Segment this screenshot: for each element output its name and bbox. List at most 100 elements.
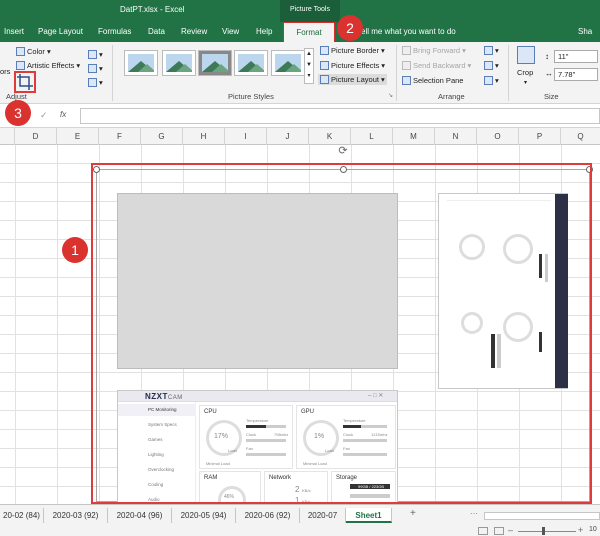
tab-help[interactable]: Help	[256, 27, 272, 36]
sheet-tab[interactable]: 2020-05 (94)	[172, 508, 236, 523]
width-input[interactable]: 7.78"	[554, 68, 598, 81]
tab-formulas[interactable]: Formulas	[98, 27, 131, 36]
dialog-launcher-icon[interactable]: ↘	[388, 92, 393, 99]
picture-highlight	[91, 163, 592, 504]
enter-icon[interactable]: ✓	[40, 110, 48, 121]
selection-pane-icon	[402, 76, 411, 85]
align-icon	[484, 46, 493, 55]
insert-function-icon[interactable]: fx	[60, 110, 66, 119]
row-header-corner[interactable]	[0, 128, 15, 145]
tab-insert[interactable]: Insert	[4, 27, 24, 36]
crop-icon	[517, 46, 535, 64]
sheet-tab[interactable]: 20-02 (84)	[0, 508, 44, 523]
zoom-slider-thumb[interactable]	[542, 527, 545, 535]
bring-forward-label: Bring Forward	[413, 46, 461, 55]
sheet-tab[interactable]: 2020-06 (92)	[236, 508, 300, 523]
page-layout-view-icon[interactable]	[478, 527, 488, 535]
picture-style-1[interactable]	[124, 50, 158, 76]
add-sheet-button[interactable]: +	[410, 508, 416, 519]
page-break-view-icon[interactable]	[494, 527, 504, 535]
column-header[interactable]: M	[393, 128, 435, 145]
tell-me-search[interactable]: ell me what you want to do	[361, 27, 456, 36]
height-input[interactable]: 11"	[554, 50, 598, 63]
column-header[interactable]: J	[267, 128, 309, 145]
send-backward-label: Send Backward	[413, 61, 466, 70]
picture-layout-icon	[320, 75, 329, 84]
column-header[interactable]: P	[519, 128, 561, 145]
callout-2: 2	[337, 15, 363, 41]
tab-review[interactable]: Review	[181, 27, 207, 36]
sheet-tab[interactable]: 2020-03 (92)	[44, 508, 108, 523]
callout-3: 3	[5, 100, 31, 126]
tab-format[interactable]: Format	[283, 22, 335, 42]
color-button[interactable]: Color ▾	[16, 47, 51, 56]
crop-icon	[17, 74, 33, 90]
column-headers: D E F G H I J K L M N O P Q	[0, 128, 600, 145]
sheet-tab-bar: 20-02 (84) 2020-03 (92) 2020-04 (96) 202…	[0, 504, 600, 536]
reset-picture-icon	[88, 78, 97, 87]
selection-pane-button[interactable]: Selection Pane	[402, 76, 463, 85]
align-button[interactable]: ▾	[484, 46, 499, 55]
picture-effects-icon	[320, 61, 329, 70]
picture-style-3[interactable]	[198, 50, 232, 76]
corrections-fragment[interactable]: ors	[0, 67, 10, 76]
zoom-in-icon[interactable]: +	[578, 525, 583, 535]
horizontal-scrollbar[interactable]	[484, 512, 600, 520]
color-icon	[16, 47, 25, 56]
chevron-down-icon[interactable]: ▾	[524, 79, 527, 86]
window-title: DatPT.xlsx - Excel	[120, 5, 185, 14]
picture-layout-button[interactable]: Picture Layout ▾	[318, 74, 387, 85]
share-button[interactable]: Sha	[578, 27, 592, 36]
title-bar: DatPT.xlsx - Excel Picture Tools	[0, 0, 600, 22]
selection-pane-label: Selection Pane	[413, 76, 464, 85]
picture-layout-label: Picture Layout	[331, 75, 379, 84]
sheet-tab[interactable]: 2020-04 (96)	[108, 508, 172, 523]
artistic-effects-label: Artistic Effects	[27, 61, 75, 70]
picture-style-4[interactable]	[234, 50, 268, 76]
change-picture-button[interactable]: ▾	[88, 64, 103, 73]
rotate-handle-icon[interactable]: ⟳	[337, 146, 349, 158]
arrange-group-label: Arrange	[438, 92, 465, 101]
picture-effects-button[interactable]: Picture Effects ▾	[320, 61, 385, 70]
column-header[interactable]: I	[225, 128, 267, 145]
sheet-tab-active[interactable]: Sheet1	[346, 508, 392, 523]
artistic-effects-icon	[16, 61, 25, 70]
zoom-out-icon[interactable]: –	[508, 525, 513, 535]
styles-scroll[interactable]: ▲ ▼ ▾	[304, 48, 314, 84]
column-header[interactable]: E	[57, 128, 99, 145]
picture-style-5[interactable]	[271, 50, 305, 76]
size-group-label: Size	[544, 92, 559, 101]
picture-tools-label: Picture Tools	[280, 0, 340, 22]
more-options-icon[interactable]: ⋯	[470, 509, 478, 518]
column-header[interactable]: D	[15, 128, 57, 145]
formula-bar: ✓ fx	[0, 104, 600, 128]
column-header[interactable]: N	[435, 128, 477, 145]
column-header[interactable]: F	[99, 128, 141, 145]
bring-forward-button[interactable]: Bring Forward ▾	[402, 46, 466, 55]
tab-data[interactable]: Data	[148, 27, 165, 36]
picture-border-button[interactable]: Picture Border ▾	[320, 46, 385, 55]
callout-1: 1	[62, 237, 88, 263]
column-header[interactable]: O	[477, 128, 519, 145]
column-header[interactable]: H	[183, 128, 225, 145]
picture-style-2[interactable]	[162, 50, 196, 76]
formula-input[interactable]	[80, 108, 600, 124]
sheet-tab[interactable]: 2020-07	[300, 508, 346, 523]
zoom-slider[interactable]	[518, 531, 576, 532]
tab-view[interactable]: View	[222, 27, 239, 36]
group-button[interactable]: ▾	[484, 61, 499, 70]
column-header[interactable]: Q	[561, 128, 600, 145]
reset-picture-button[interactable]: ▾	[88, 78, 103, 87]
column-header[interactable]: G	[141, 128, 183, 145]
compress-pictures-button[interactable]: ▾	[88, 50, 103, 59]
crop-button[interactable]: Crop	[517, 68, 533, 77]
tab-page-layout[interactable]: Page Layout	[38, 27, 83, 36]
rotate-button[interactable]: ▾	[484, 76, 499, 85]
change-picture-icon	[88, 64, 97, 73]
send-backward-button[interactable]: Send Backward ▾	[402, 61, 471, 70]
column-header[interactable]: K	[309, 128, 351, 145]
column-header[interactable]: L	[351, 128, 393, 145]
crop-button-highlight[interactable]	[14, 71, 36, 93]
color-label: Color	[27, 47, 45, 56]
artistic-effects-button[interactable]: Artistic Effects ▾	[16, 61, 80, 70]
